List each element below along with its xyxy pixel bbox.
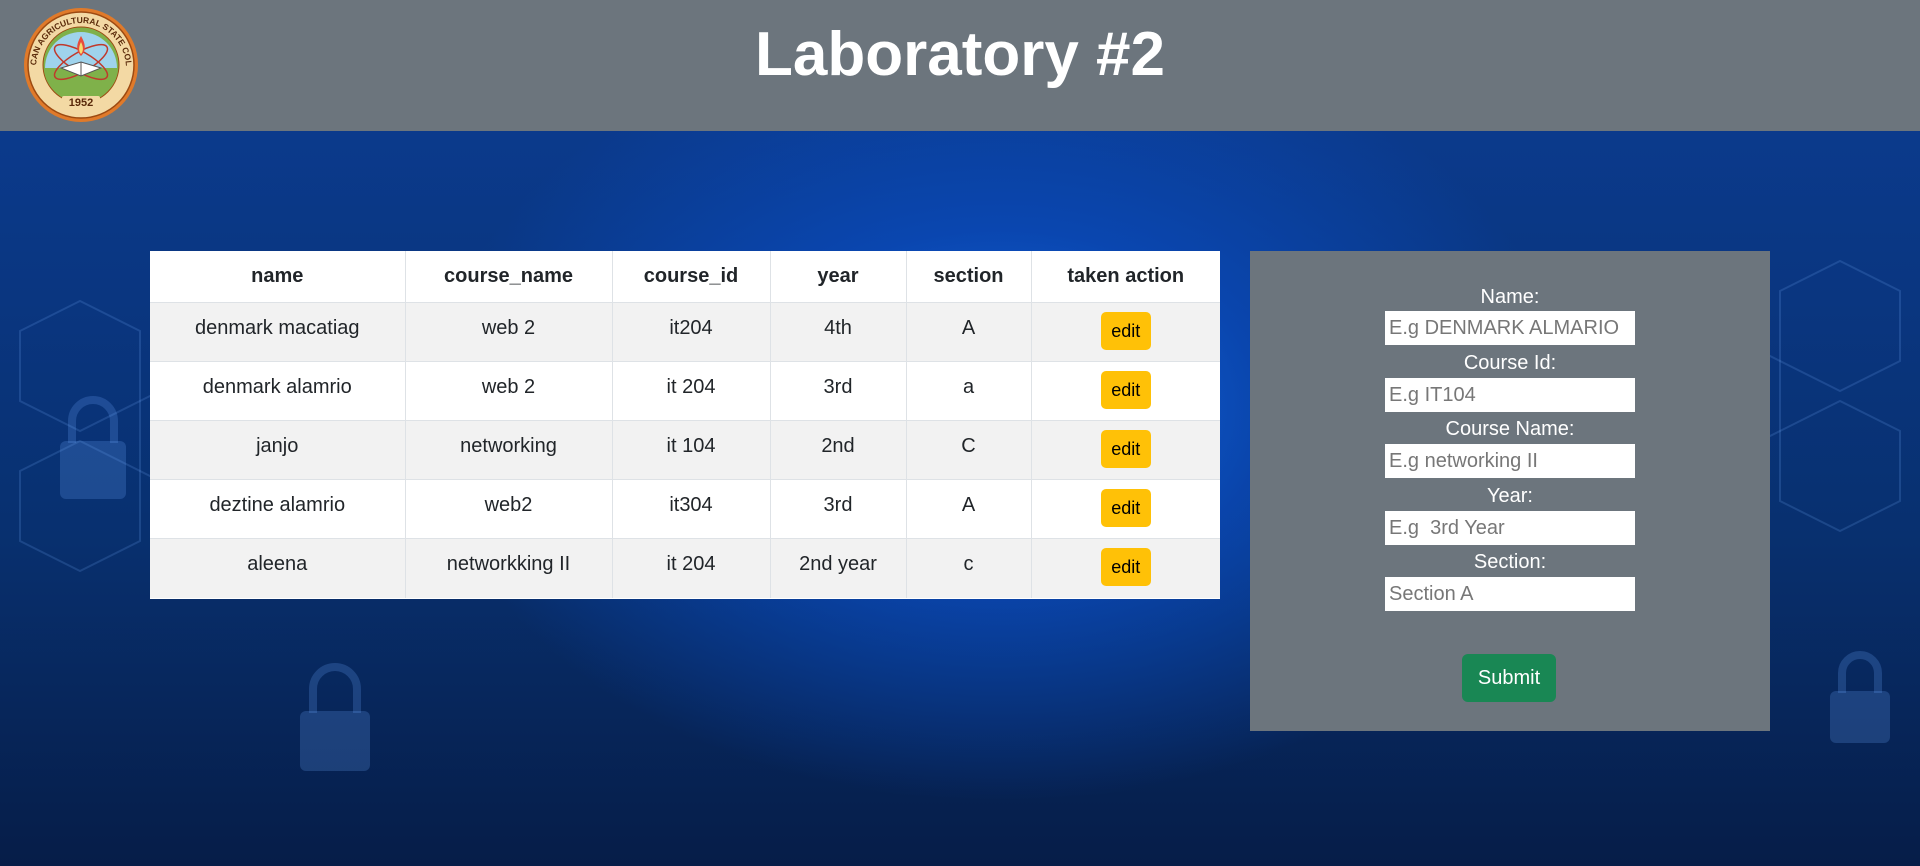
column-header-course-id: course_id bbox=[611, 251, 770, 303]
cell-name: janjo bbox=[150, 420, 405, 480]
year-input[interactable] bbox=[1385, 511, 1635, 545]
edit-button[interactable]: edit bbox=[1100, 548, 1151, 586]
table-row: aleena networkking II it 204 2nd year c … bbox=[150, 538, 1220, 598]
cell-course-id: it204 bbox=[611, 302, 770, 362]
submit-button[interactable]: Submit bbox=[1462, 654, 1556, 702]
cell-course-name: web 2 bbox=[404, 302, 612, 362]
cell-year: 3rd bbox=[769, 361, 906, 421]
student-form: Name: Course Id: Course Name: Year: Sect… bbox=[1250, 251, 1770, 731]
column-header-name: name bbox=[251, 265, 304, 287]
edit-button[interactable]: edit bbox=[1100, 371, 1151, 409]
cell-name: aleena bbox=[150, 538, 405, 598]
page-title: Laboratory #2 bbox=[754, 20, 1166, 89]
table-header-row: name course_name course_id year section … bbox=[150, 251, 1220, 303]
page-header: BULACAN AGRICULTURAL STATE COLLEGE 1952 … bbox=[0, 0, 1920, 131]
cell-action: edit bbox=[1030, 538, 1220, 598]
column-header-course-name: course_name bbox=[404, 251, 612, 303]
table-row: deztine alamrio web2 it304 3rd A edit bbox=[150, 479, 1220, 539]
cell-section: c bbox=[905, 538, 1031, 598]
table-row: denmark macatiag web 2 it204 4th A edit bbox=[150, 302, 1220, 362]
course-id-input[interactable] bbox=[1385, 378, 1635, 412]
section-input[interactable] bbox=[1385, 577, 1635, 611]
table-row: denmark alamrio web 2 it 204 3rd a edit bbox=[150, 361, 1220, 421]
cell-name: denmark alamrio bbox=[150, 361, 405, 421]
cell-section: A bbox=[905, 302, 1031, 362]
course-name-input[interactable] bbox=[1385, 444, 1635, 478]
cell-name: deztine alamrio bbox=[150, 479, 405, 539]
column-header-taken-action: taken action bbox=[1030, 251, 1220, 303]
cell-year: 2nd bbox=[769, 420, 906, 480]
cell-action: edit bbox=[1030, 420, 1220, 480]
cell-section: A bbox=[905, 479, 1031, 539]
cell-action: edit bbox=[1030, 302, 1220, 362]
edit-button[interactable]: edit bbox=[1100, 312, 1151, 350]
cell-course-id: it 204 bbox=[611, 538, 770, 598]
cell-course-id: it304 bbox=[611, 479, 770, 539]
column-header-section: section bbox=[905, 251, 1031, 303]
year-label: Year: bbox=[1487, 485, 1533, 507]
table-row: janjo networking it 104 2nd C edit bbox=[150, 420, 1220, 480]
cell-action: edit bbox=[1030, 479, 1220, 539]
student-table: name course_name course_id year section … bbox=[150, 251, 1220, 598]
cell-course-name: networking bbox=[404, 420, 612, 480]
cell-year: 2nd year bbox=[769, 538, 906, 598]
cell-course-name: web2 bbox=[404, 479, 612, 539]
cell-action: edit bbox=[1030, 361, 1220, 421]
column-header-year: year bbox=[769, 251, 906, 303]
cell-course-id: it 204 bbox=[611, 361, 770, 421]
cell-name: denmark macatiag bbox=[150, 302, 405, 362]
course-id-label: Course Id: bbox=[1463, 352, 1557, 374]
cell-course-id: it 104 bbox=[611, 420, 770, 480]
cell-course-name: networkking II bbox=[404, 538, 612, 598]
cell-section: C bbox=[905, 420, 1031, 480]
course-name-label: Course Name: bbox=[1445, 418, 1575, 440]
section-label: Section: bbox=[1473, 551, 1547, 573]
student-table-container: name course_name course_id year section … bbox=[150, 251, 1220, 599]
cell-year: 3rd bbox=[769, 479, 906, 539]
cell-year: 4th bbox=[769, 302, 906, 362]
name-label: Name: bbox=[1480, 286, 1540, 308]
edit-button[interactable]: edit bbox=[1100, 430, 1151, 468]
name-input[interactable] bbox=[1385, 311, 1635, 345]
cell-course-name: web 2 bbox=[404, 361, 612, 421]
cell-section: a bbox=[905, 361, 1031, 421]
edit-button[interactable]: edit bbox=[1100, 489, 1151, 527]
